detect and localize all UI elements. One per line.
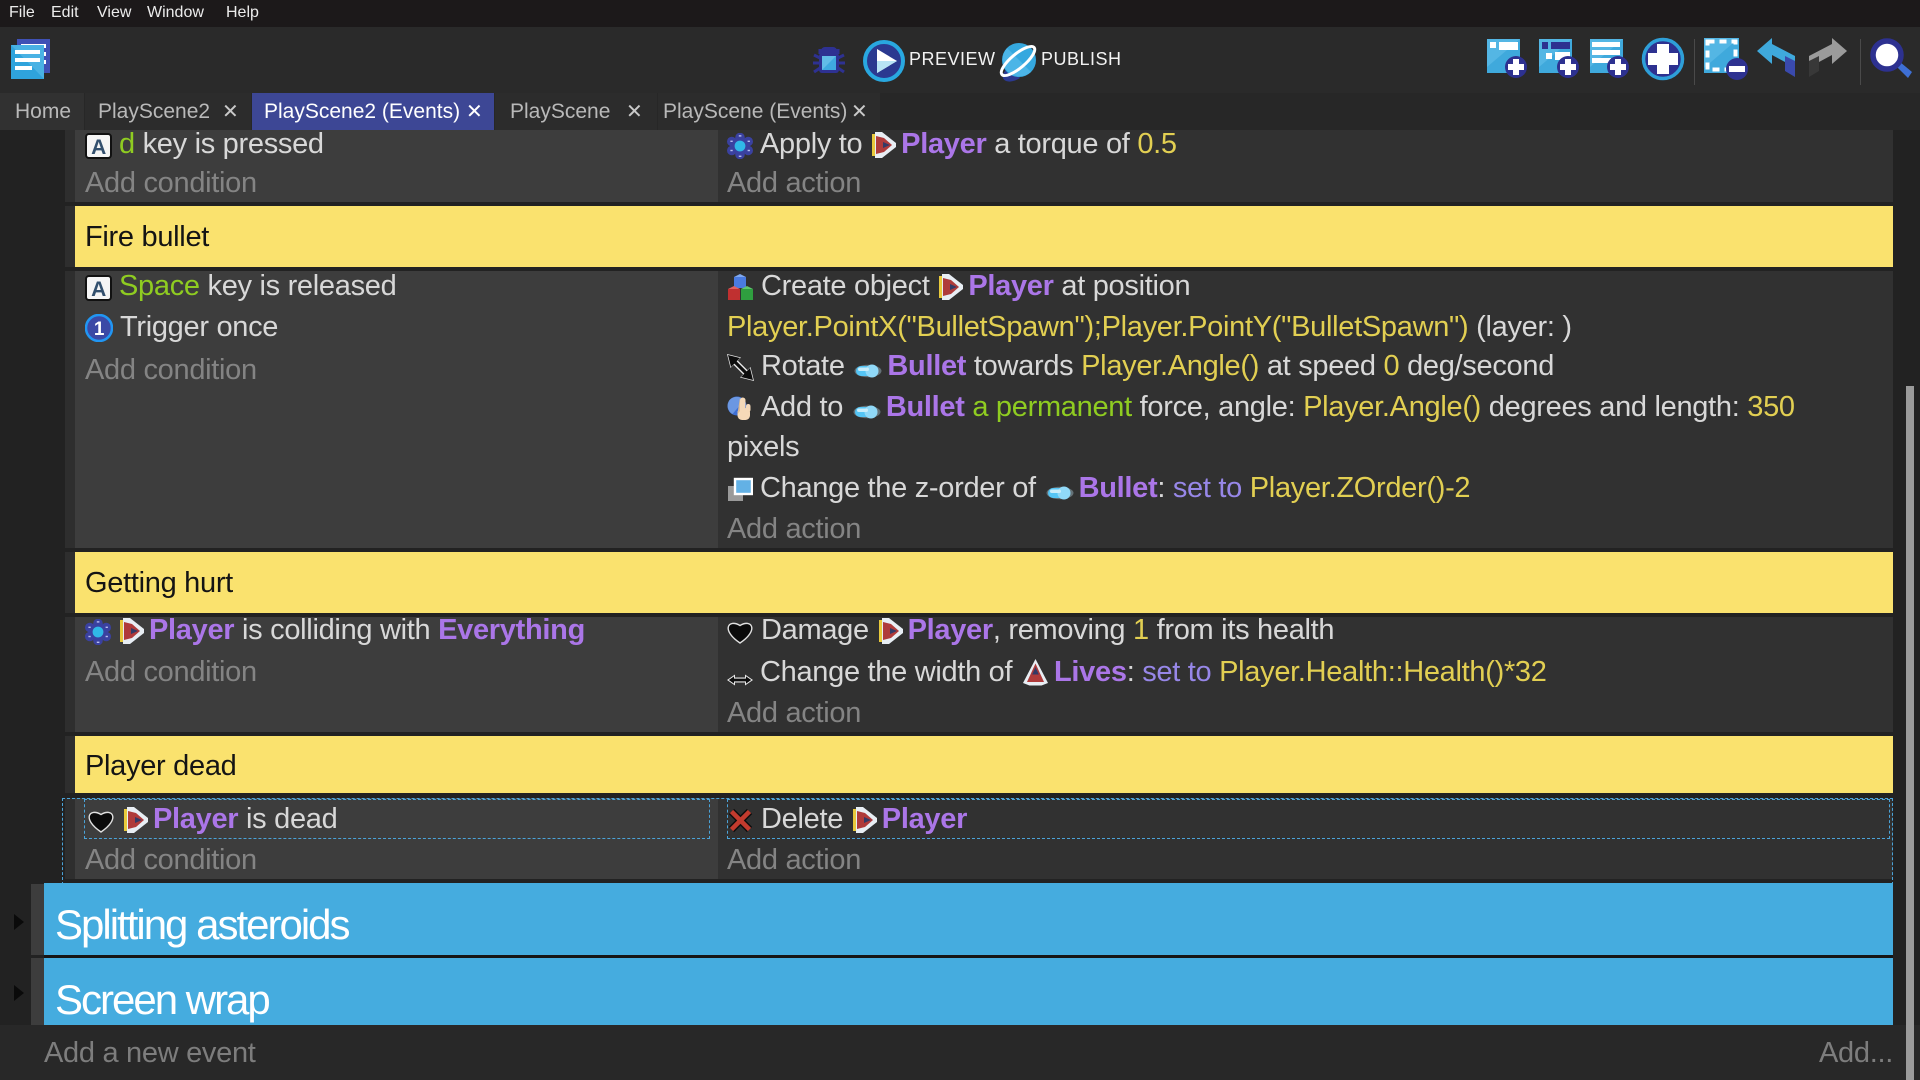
svg-text:A: A	[91, 136, 106, 159]
svg-text:A: A	[91, 278, 106, 301]
svg-text:1: 1	[94, 319, 105, 340]
